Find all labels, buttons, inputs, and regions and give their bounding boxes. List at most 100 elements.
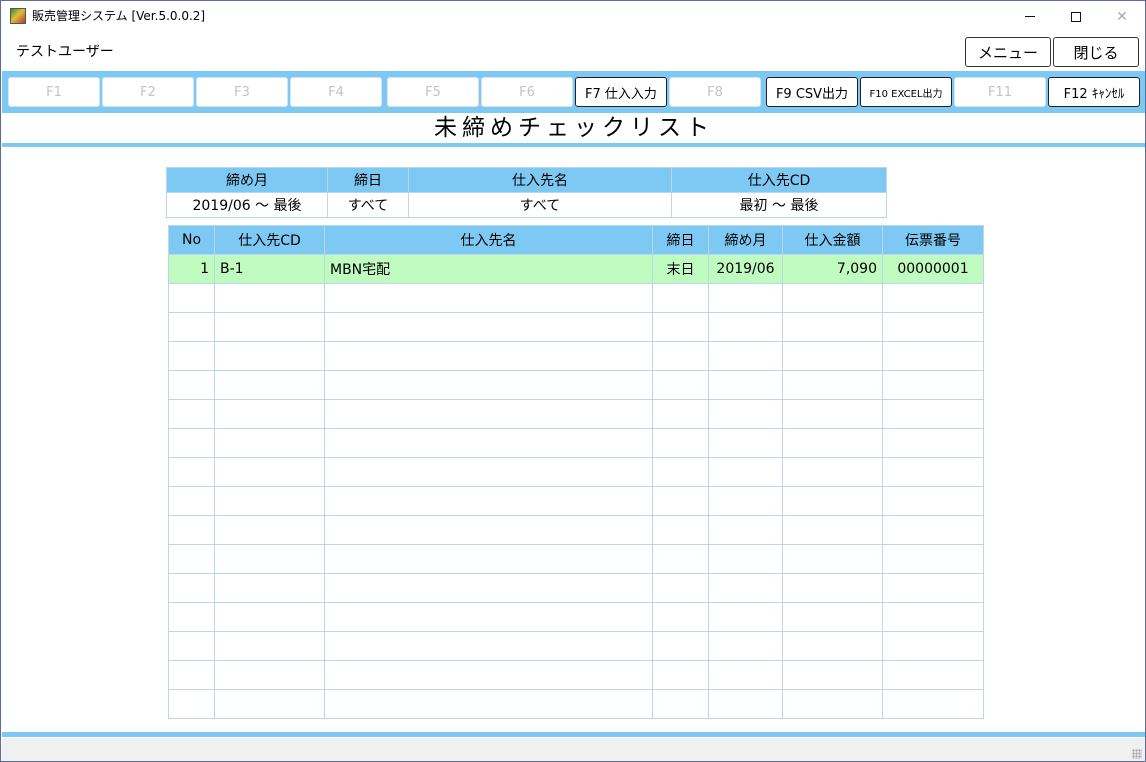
empty-cell: [168, 370, 215, 400]
empty-cell: [882, 457, 984, 487]
empty-cell: [782, 428, 883, 458]
empty-table-row[interactable]: [168, 312, 984, 342]
f9-button[interactable]: F9 CSV出力: [766, 77, 858, 107]
empty-cell: [168, 631, 215, 661]
empty-cell: [214, 370, 325, 400]
empty-table-row[interactable]: [168, 283, 984, 313]
window-close-button[interactable]: ✕: [1099, 1, 1145, 32]
empty-cell: [882, 689, 984, 719]
empty-table-row[interactable]: [168, 486, 984, 516]
empty-cell: [782, 457, 883, 487]
empty-cell: [214, 631, 325, 661]
empty-cell: [652, 457, 709, 487]
empty-cell: [324, 457, 653, 487]
empty-cell: [782, 515, 883, 545]
empty-table-row[interactable]: [168, 457, 984, 487]
empty-cell: [214, 283, 325, 313]
empty-cell: [882, 602, 984, 632]
empty-cell: [708, 631, 783, 661]
empty-cell: [882, 486, 984, 516]
col-header-closing-day[interactable]: 締日: [652, 225, 709, 255]
empty-cell: [168, 428, 215, 458]
col-header-amount[interactable]: 仕入金額: [782, 225, 883, 255]
empty-table-row[interactable]: [168, 341, 984, 371]
empty-cell: [168, 486, 215, 516]
empty-cell: [782, 399, 883, 429]
col-header-supplier-name[interactable]: 仕入先名: [324, 225, 653, 255]
empty-cell: [652, 689, 709, 719]
empty-cell: [782, 689, 883, 719]
empty-table-row[interactable]: [168, 689, 984, 719]
empty-cell: [324, 544, 653, 574]
maximize-icon: [1071, 11, 1081, 22]
col-header-closing-month[interactable]: 締め月: [708, 225, 783, 255]
empty-cell: [324, 515, 653, 545]
empty-cell: [652, 486, 709, 516]
empty-cell: [652, 370, 709, 400]
close-button[interactable]: 閉じる: [1053, 37, 1139, 67]
empty-cell: [214, 428, 325, 458]
col-header-slip-no[interactable]: 伝票番号: [882, 225, 984, 255]
status-bar: [2, 738, 1145, 761]
page-title: 未締めチェックリスト: [434, 115, 714, 141]
f7-button[interactable]: F7 仕入入力: [575, 77, 667, 107]
f2-button: F2: [102, 77, 194, 107]
f10-button[interactable]: F10 EXCEL出力: [860, 77, 952, 107]
empty-cell: [168, 602, 215, 632]
empty-cell: [324, 602, 653, 632]
empty-table-row[interactable]: [168, 370, 984, 400]
empty-cell: [708, 689, 783, 719]
empty-cell: [214, 602, 325, 632]
empty-cell: [652, 283, 709, 313]
col-header-no[interactable]: No: [168, 225, 215, 255]
empty-table-row[interactable]: [168, 399, 984, 429]
empty-table-row[interactable]: [168, 602, 984, 632]
menu-button[interactable]: メニュー: [965, 37, 1051, 67]
f8-button: F8: [669, 77, 761, 107]
empty-cell: [782, 660, 883, 690]
minimize-button[interactable]: [1007, 1, 1053, 32]
empty-cell: [324, 370, 653, 400]
resize-grip-icon[interactable]: [1132, 749, 1142, 759]
empty-cell: [324, 428, 653, 458]
empty-cell: [168, 341, 215, 371]
f12-button[interactable]: F12 ｷｬﾝｾﾙ: [1048, 77, 1140, 107]
empty-table-row[interactable]: [168, 631, 984, 661]
empty-cell: [168, 660, 215, 690]
empty-cell: [214, 660, 325, 690]
empty-cell: [708, 428, 783, 458]
empty-cell: [882, 370, 984, 400]
maximize-button[interactable]: [1053, 1, 1099, 32]
empty-table-row[interactable]: [168, 660, 984, 690]
empty-cell: [782, 631, 883, 661]
col-header-supplier-cd[interactable]: 仕入先CD: [214, 225, 325, 255]
empty-cell: [324, 283, 653, 313]
empty-cell: [324, 312, 653, 342]
empty-cell: [708, 573, 783, 603]
bottom-divider: [2, 732, 1145, 737]
cond-value-supplier-cd: 最初 〜 最後: [671, 192, 887, 218]
empty-cell: [882, 341, 984, 371]
empty-cell: [652, 399, 709, 429]
empty-table-row[interactable]: [168, 544, 984, 574]
empty-cell: [708, 515, 783, 545]
cell-supplier-name: MBN宅配: [324, 254, 653, 284]
empty-cell: [214, 573, 325, 603]
empty-cell: [168, 573, 215, 603]
empty-cell: [708, 399, 783, 429]
cond-value-closing-day: すべて: [327, 192, 409, 218]
empty-cell: [168, 399, 215, 429]
check-list-table: No 仕入先CD 仕入先名 締日 締め月 仕入金額 伝票番号 1 B-1 MBN…: [168, 225, 984, 719]
empty-table-row[interactable]: [168, 573, 984, 603]
empty-cell: [214, 312, 325, 342]
empty-cell: [882, 515, 984, 545]
cond-value-supplier-name: すべて: [408, 192, 672, 218]
empty-table-row[interactable]: [168, 515, 984, 545]
empty-cell: [782, 573, 883, 603]
table-row[interactable]: 1 B-1 MBN宅配 末日 2019/06 7,090 00000001: [168, 254, 984, 284]
empty-cell: [708, 544, 783, 574]
empty-cell: [168, 457, 215, 487]
empty-cell: [214, 544, 325, 574]
cell-slip-no: 00000001: [882, 254, 984, 284]
empty-table-row[interactable]: [168, 428, 984, 458]
